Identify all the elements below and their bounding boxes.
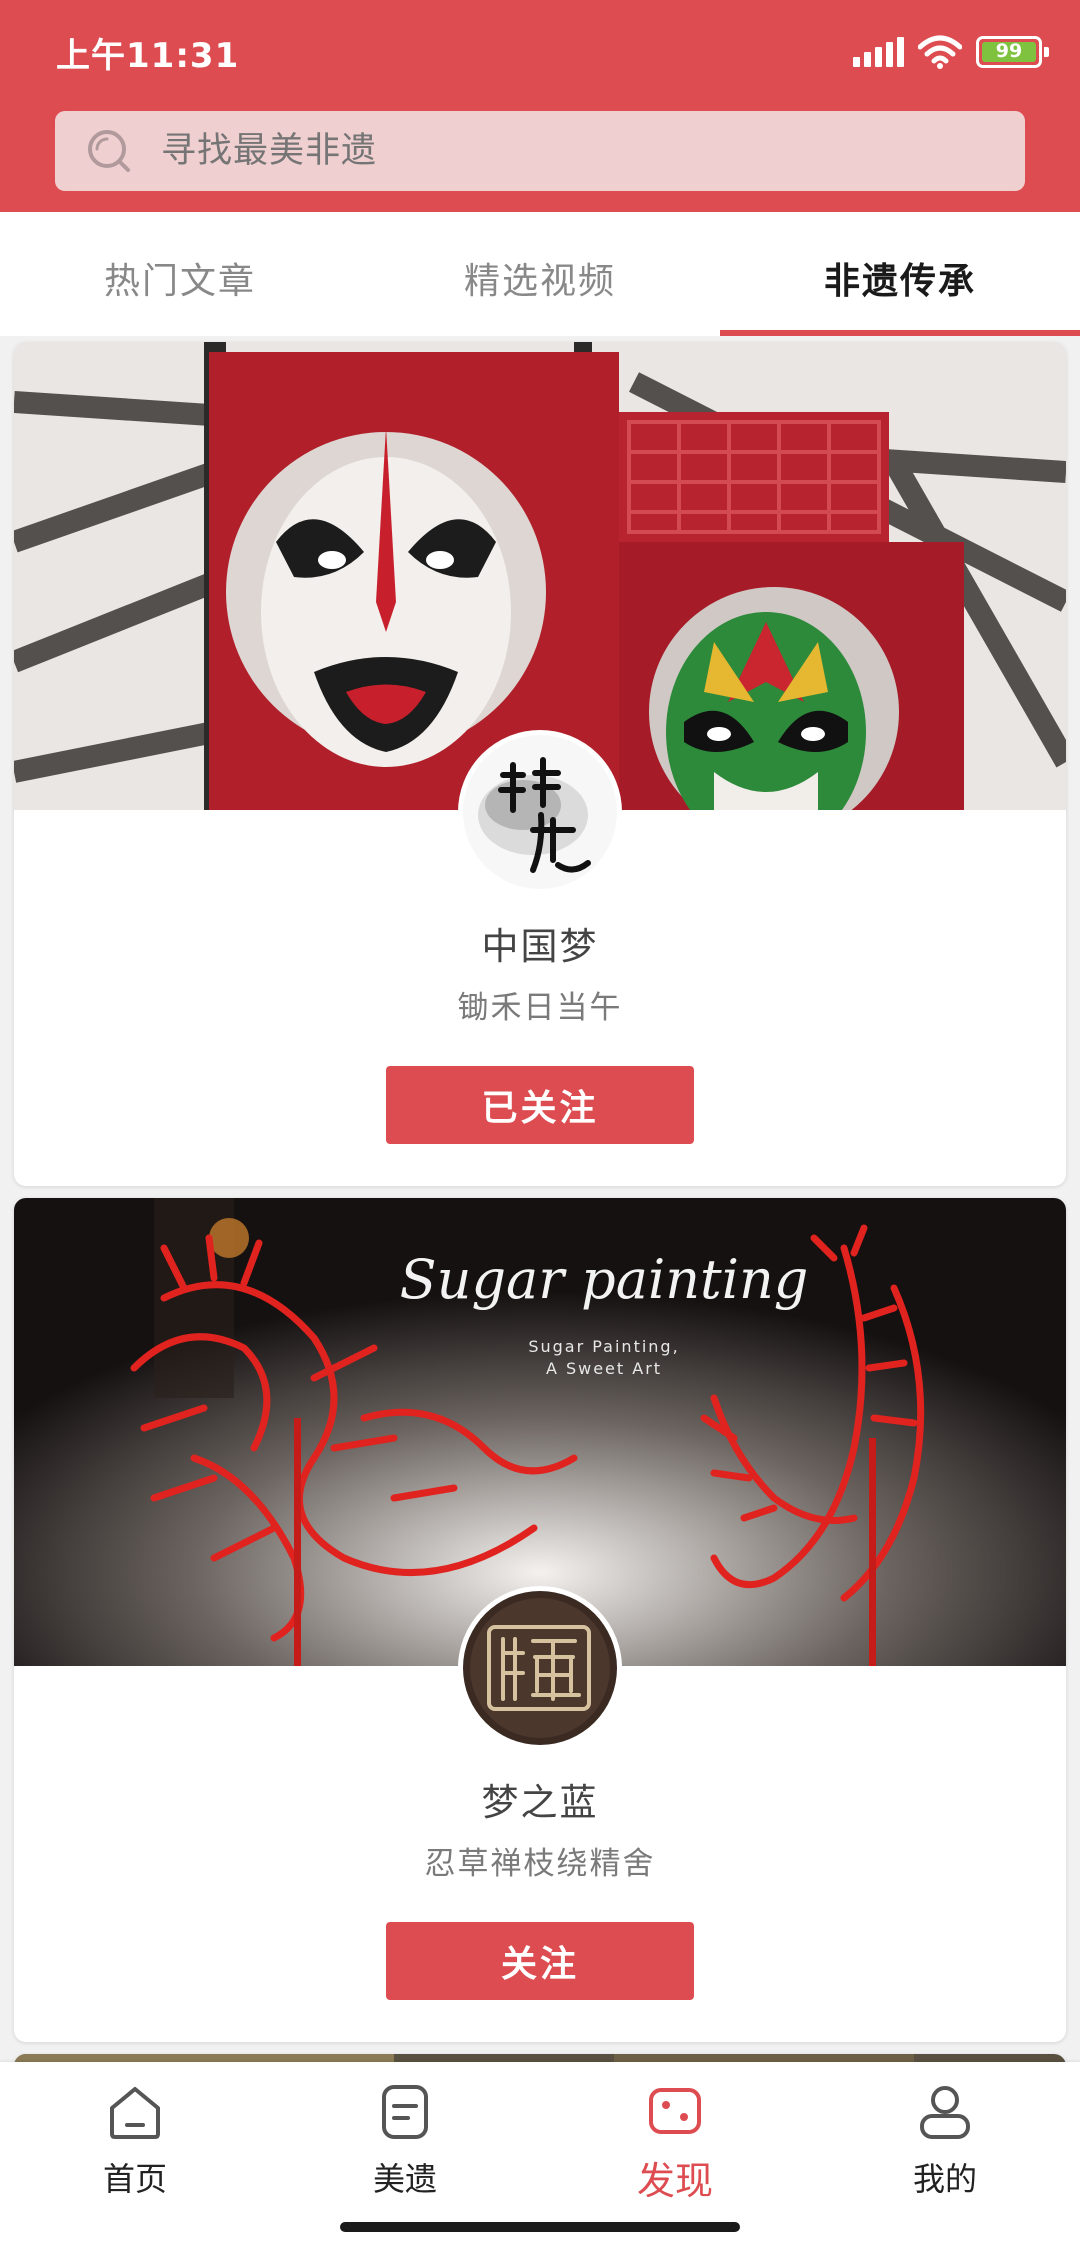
follow-button[interactable]: 关注 — [386, 1922, 694, 2000]
cover-title: Sugar painting — [400, 1248, 809, 1311]
avatar-ink-logo — [463, 735, 617, 889]
avatar-sugar-logo — [463, 1591, 617, 1745]
nav-home-label: 首页 — [102, 2160, 167, 2198]
nav-profile[interactable]: 我的 — [810, 2084, 1080, 2214]
inheritor-name: 中国梦 — [481, 925, 599, 968]
battery-icon: 99 — [976, 36, 1049, 68]
status-bar: 上午11:31 99 — [0, 0, 1080, 100]
nav-home[interactable]: 首页 — [0, 2084, 270, 2214]
nav-discover-label: 发现 — [636, 2159, 713, 2203]
status-icons: 99 — [853, 34, 1049, 70]
signal-icon — [853, 37, 904, 67]
inheritor-motto: 锄禾日当午 — [457, 990, 623, 1026]
bottom-nav: 首页 美遗 发现 我的 — [0, 2062, 1080, 2248]
profile-icon — [920, 2086, 970, 2139]
nav-meiyi[interactable]: 美遗 — [270, 2084, 540, 2214]
home-icon — [110, 2087, 160, 2139]
wifi-icon — [918, 35, 962, 69]
battery-level: 99 — [995, 40, 1023, 62]
search-bar[interactable] — [55, 111, 1025, 191]
following-button[interactable]: 已关注 — [386, 1066, 694, 1144]
nav-meiyi-label: 美遗 — [372, 2160, 437, 2198]
home-indicator[interactable] — [340, 2222, 740, 2232]
tab-hot-articles[interactable]: 热门文章 — [0, 252, 360, 304]
nav-profile-label: 我的 — [912, 2160, 977, 2198]
nav-discover[interactable]: 发现 — [540, 2084, 810, 2214]
inheritor-motto: 忍草禅枝绕精舍 — [424, 1846, 656, 1882]
header: 上午11:31 99 — [0, 0, 1080, 212]
cover-subtitle-line2: A Sweet Art — [546, 1359, 662, 1378]
avatar[interactable] — [458, 730, 622, 894]
tab-bar: 热门文章 精选视频 非遗传承 — [0, 212, 1080, 336]
discover-icon — [649, 2088, 701, 2134]
app-screen: 上午11:31 99 寻找最美非遗 热门文章 精选视频 非遗传承 中国梦 锄禾日… — [0, 0, 1080, 2248]
document-icon — [382, 2085, 428, 2139]
inheritor-card[interactable]: 中国梦 锄禾日当午 已关注 — [14, 342, 1066, 1186]
cover-subtitle-line1: Sugar Painting, — [528, 1337, 679, 1356]
inheritor-name: 梦之蓝 — [481, 1781, 599, 1824]
avatar[interactable] — [458, 1586, 622, 1750]
search-input[interactable] — [161, 121, 981, 181]
tab-heritage-inheritance[interactable]: 非遗传承 — [720, 252, 1080, 304]
inheritor-card[interactable]: Sugar painting Sugar Painting, A Sweet A… — [14, 1198, 1066, 2042]
feed-list[interactable]: 中国梦 锄禾日当午 已关注 Sugar painting Sugar Paint… — [0, 336, 1080, 2066]
tab-featured-videos[interactable]: 精选视频 — [360, 252, 720, 304]
status-time: 上午11:31 — [56, 36, 240, 76]
search-icon — [88, 130, 130, 172]
